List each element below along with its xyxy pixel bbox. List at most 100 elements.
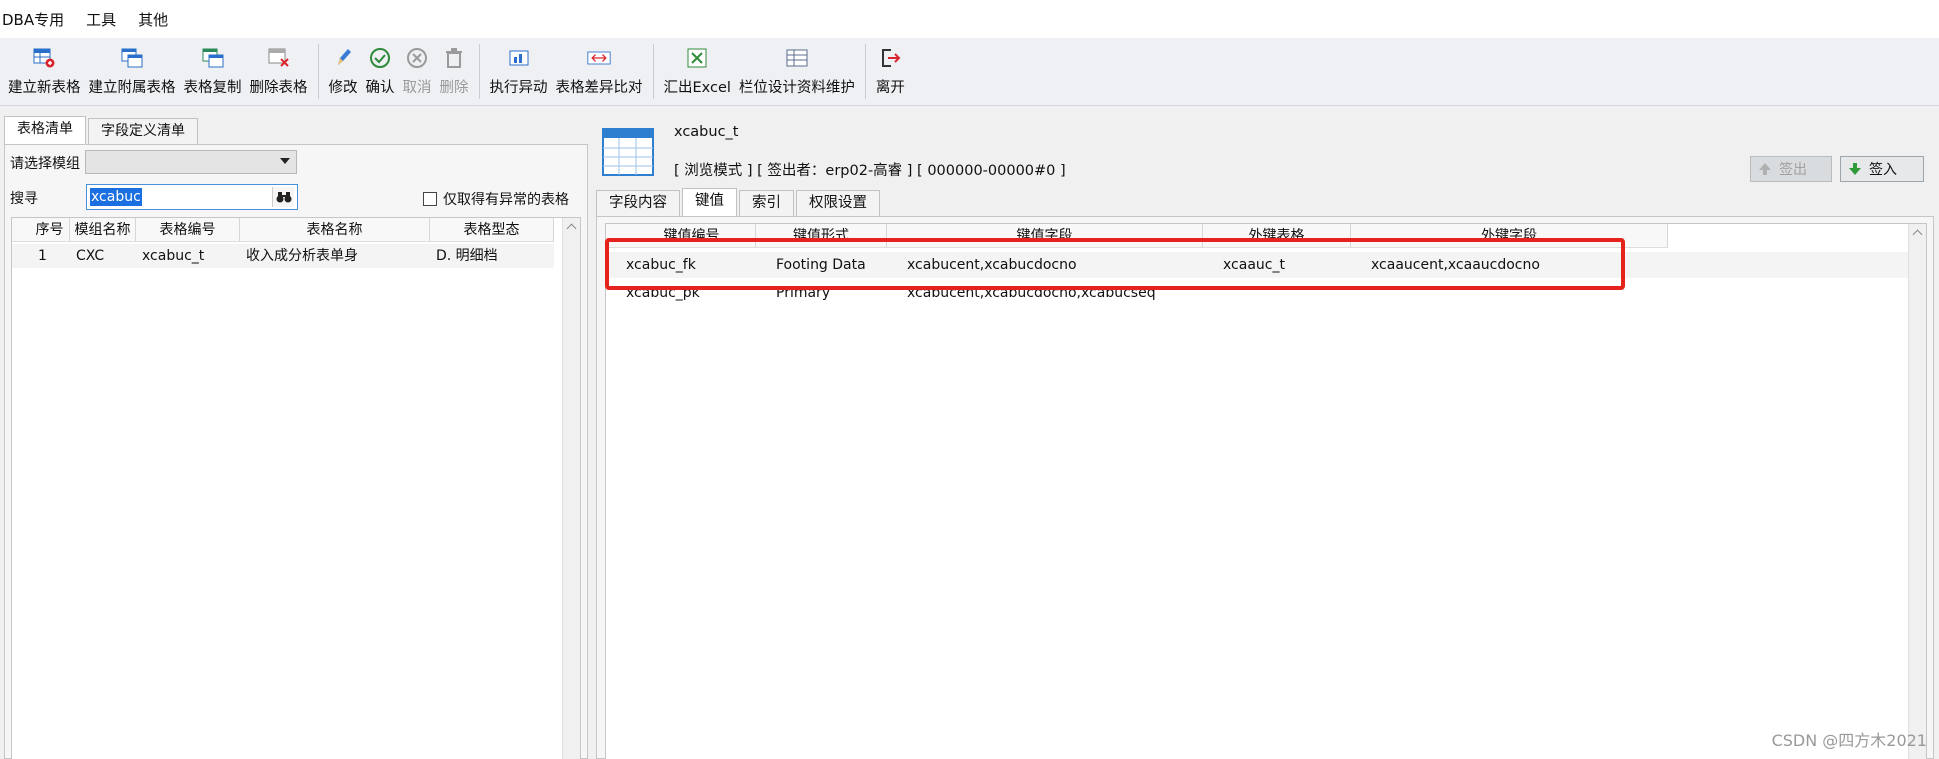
- cell-table-name: 收入成分析表单身: [246, 248, 358, 264]
- toolbar: 建立新表格 建立附属表格 表格复制 删除表格 修改 确认 取消 删除 执行异动 …: [0, 38, 1939, 106]
- cell-table-type: D. 明细档: [436, 248, 498, 264]
- delete-table-button[interactable]: 删除表格: [246, 38, 312, 105]
- table-name-title: xcabuc_t: [674, 124, 739, 140]
- watermark: CSDN @四方木2021: [1771, 731, 1927, 750]
- delete-button[interactable]: 删除: [436, 38, 473, 105]
- menu-bar: DBA专用 工具 其他: [0, 0, 1939, 38]
- row-indicator: [12, 244, 30, 268]
- keys-pane: 键值编号 键值形式 键值字段 外键表格 外键字段 xcabuc_fk Footi…: [596, 216, 1934, 759]
- edit-button[interactable]: 修改: [325, 38, 362, 105]
- checkout-button[interactable]: 签出: [1750, 156, 1832, 182]
- cell-key-type: Primary: [776, 285, 831, 301]
- cell-fk-fields: [1351, 280, 1668, 306]
- col-header-fk-table[interactable]: 外键表格: [1203, 224, 1351, 248]
- menu-other[interactable]: 其他: [138, 9, 168, 30]
- tab-table-list[interactable]: 表格清单: [4, 116, 86, 144]
- table-row[interactable]: xcabuc_fk Footing Data xcabucent,xcabucd…: [606, 252, 1908, 278]
- table-copy-icon: [201, 46, 225, 70]
- chevron-down-icon: [280, 158, 290, 164]
- cell-seq: 1: [38, 248, 47, 264]
- row-indicator-header: [606, 224, 628, 248]
- arrow-down-icon: [1849, 163, 1861, 175]
- execute-change-button[interactable]: 执行异动: [486, 38, 552, 105]
- left-panel: 表格清单 字段定义清单 请选择模组 搜寻 xcabuc 仅取得有异常的表格 序号…: [4, 116, 588, 759]
- col-header-table-name[interactable]: 表格名称: [240, 218, 430, 242]
- col-header-seq[interactable]: 序号: [30, 218, 70, 242]
- col-header-table-no[interactable]: 表格编号: [136, 218, 240, 242]
- cell-key-fields: xcabucent,xcabucdocno: [907, 257, 1077, 273]
- cell-module: CXC: [76, 248, 105, 264]
- scroll-up-icon[interactable]: [566, 223, 577, 234]
- cell-key-no: xcabuc_pk: [626, 285, 700, 301]
- abnormal-only-label: 仅取得有异常的表格: [443, 192, 569, 208]
- tab-keys[interactable]: 键值: [682, 188, 737, 216]
- field-design-label: 栏位设计资料维护: [738, 80, 855, 96]
- menu-dba[interactable]: DBA专用: [2, 9, 64, 30]
- table-add-icon: [32, 46, 56, 70]
- cell-fk-fields: xcaaucent,xcaaucdocno: [1371, 257, 1540, 273]
- keys-header: 键值编号 键值形式 键值字段 外键表格 外键字段: [606, 224, 1668, 248]
- table-list-scrollbar[interactable]: [562, 218, 580, 759]
- toolbar-separator: [864, 44, 866, 99]
- cancel-label: 取消: [402, 80, 432, 96]
- abnormal-only-checkbox[interactable]: 仅取得有异常的表格: [423, 189, 569, 209]
- cell-table-no: xcabuc_t: [142, 248, 205, 264]
- excel-icon: [685, 46, 709, 70]
- export-excel-label: 汇出Excel: [663, 80, 731, 96]
- cancel-icon: [405, 46, 429, 70]
- search-label: 搜寻: [10, 191, 38, 207]
- col-header-key-no[interactable]: 键值编号: [628, 224, 756, 248]
- create-table-label: 建立新表格: [8, 80, 81, 96]
- col-header-key-type[interactable]: 键值形式: [756, 224, 887, 248]
- tab-field-content[interactable]: 字段内容: [596, 190, 680, 216]
- table-attach-icon: [120, 46, 144, 70]
- cell-key-no: xcabuc_fk: [626, 257, 696, 273]
- table-row[interactable]: xcabuc_pk Primary xcabucent,xcabucdocno,…: [606, 280, 1908, 306]
- table-list-header: 序号 模组名称 表格编号 表格名称 表格型态: [12, 218, 554, 242]
- menu-tools[interactable]: 工具: [86, 9, 116, 30]
- cell-fk-table: [1203, 280, 1351, 306]
- status-text: [ 浏览模式 ] [ 签出者：erp02-高睿 ] [ 000000-00000…: [674, 163, 1066, 179]
- pencil-icon: [331, 46, 355, 70]
- trash-icon: [442, 46, 466, 70]
- keys-grid: 键值编号 键值形式 键值字段 外键表格 外键字段 xcabuc_fk Footi…: [605, 223, 1927, 759]
- row-indicator-header: [12, 218, 30, 242]
- table-icon: [602, 128, 654, 176]
- field-design-button[interactable]: 栏位设计资料维护: [735, 38, 859, 105]
- export-excel-button[interactable]: 汇出Excel: [660, 38, 735, 105]
- toolbar-separator: [478, 44, 480, 99]
- table-row[interactable]: 1 CXC xcabuc_t 收入成分析表单身 D. 明细档: [12, 244, 554, 268]
- copy-table-button[interactable]: 表格复制: [180, 38, 246, 105]
- execute-change-label: 执行异动: [489, 80, 548, 96]
- table-delete-icon: [267, 46, 291, 70]
- binoculars-icon[interactable]: [272, 187, 294, 207]
- compare-table-button[interactable]: 表格差异比对: [552, 38, 647, 105]
- col-header-key-fields[interactable]: 键值字段: [887, 224, 1203, 248]
- cancel-button[interactable]: 取消: [399, 38, 436, 105]
- execute-icon: [507, 46, 531, 70]
- col-header-module[interactable]: 模组名称: [70, 218, 136, 242]
- col-header-fk-fields[interactable]: 外键字段: [1351, 224, 1668, 248]
- confirm-button[interactable]: 确认: [362, 38, 399, 105]
- create-table-button[interactable]: 建立新表格: [4, 38, 85, 105]
- right-tabs: 字段内容 键值 索引 权限设置: [596, 188, 882, 216]
- checkbox-box[interactable]: [423, 192, 437, 206]
- copy-table-label: 表格复制: [183, 80, 242, 96]
- module-select[interactable]: [85, 150, 297, 174]
- table-list-grid: 序号 模组名称 表格编号 表格名称 表格型态 1 CXC xcabuc_t 收入…: [11, 217, 581, 759]
- exit-icon: [878, 46, 902, 70]
- keys-grid-scrollbar[interactable]: [1908, 224, 1926, 759]
- exit-button[interactable]: 离开: [872, 38, 909, 105]
- tab-index[interactable]: 索引: [739, 190, 794, 216]
- checkin-button[interactable]: 签入: [1840, 156, 1924, 182]
- tab-field-definition-list[interactable]: 字段定义清单: [88, 118, 198, 144]
- tab-permissions[interactable]: 权限设置: [796, 190, 880, 216]
- create-attached-table-label: 建立附属表格: [88, 80, 176, 96]
- cell-key-fields: xcabucent,xcabucdocno,xcabucseq: [907, 285, 1156, 301]
- scroll-up-icon[interactable]: [1912, 229, 1923, 240]
- cell-fk-table: xcaauc_t: [1223, 257, 1285, 273]
- create-attached-table-button[interactable]: 建立附属表格: [85, 38, 180, 105]
- col-header-table-type[interactable]: 表格型态: [430, 218, 554, 242]
- search-input[interactable]: xcabuc: [86, 184, 298, 210]
- field-design-icon: [785, 46, 809, 70]
